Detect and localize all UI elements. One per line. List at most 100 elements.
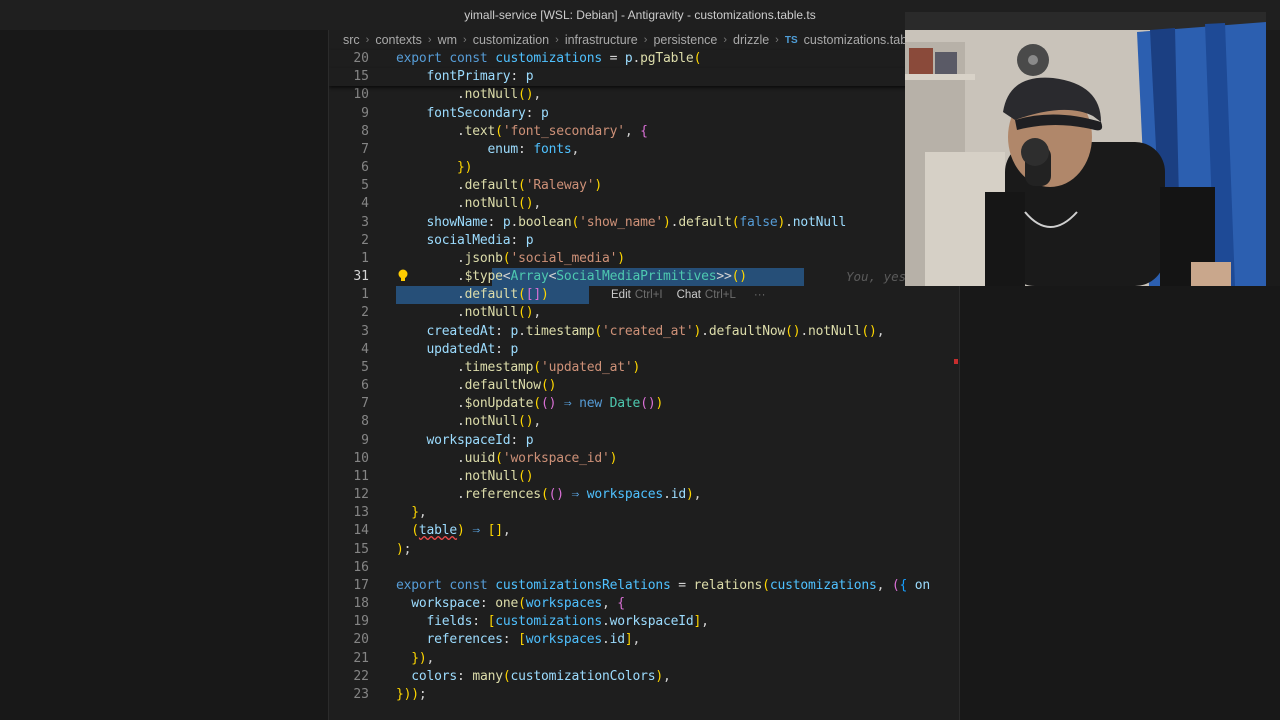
code-text[interactable]: .notNull(), (396, 413, 541, 431)
line-number: 6 (361, 160, 369, 176)
code-text[interactable]: .references(() ⇒ workspaces.id), (396, 486, 701, 504)
breadcrumb-item[interactable]: drizzle (733, 33, 769, 47)
code-text[interactable]: .timestamp('updated_at') (396, 359, 640, 377)
code-text[interactable]: ); (396, 541, 411, 559)
code-line[interactable]: 9 fontSecondary: p (329, 105, 959, 123)
code-text[interactable]: .default([]) (396, 286, 549, 304)
line-number: 13 (353, 505, 369, 521)
code-line[interactable]: 4 updatedAt: p (329, 341, 959, 359)
code-text[interactable]: fontSecondary: p (396, 105, 549, 123)
breadcrumb-item[interactable]: src (343, 33, 360, 47)
code-text[interactable]: .text('font_secondary', { (396, 123, 648, 141)
code-text[interactable]: .default('Raleway') (396, 177, 602, 195)
code-text[interactable]: .$onUpdate(() ⇒ new Date()) (396, 395, 663, 413)
line-number: 17 (353, 577, 369, 593)
code-line[interactable]: 7 .$onUpdate(() ⇒ new Date()) (329, 395, 959, 413)
chevron-right-icon: › (555, 34, 559, 46)
code-text[interactable]: fontPrimary: p (396, 68, 534, 86)
breadcrumb-item[interactable]: customization (473, 33, 549, 47)
code-line[interactable]: 7 enum: fonts, (329, 141, 959, 159)
code-text[interactable]: }, (396, 504, 426, 522)
code-line[interactable]: 3 createdAt: p.timestamp('created_at').d… (329, 323, 959, 341)
code-line[interactable]: 12 .references(() ⇒ workspaces.id), (329, 486, 959, 504)
breadcrumb-item[interactable]: wm (438, 33, 457, 47)
code-text[interactable]: .notNull(), (396, 86, 541, 104)
code-line[interactable]: 11 .notNull() (329, 468, 959, 486)
code-text[interactable]: .notNull(), (396, 304, 541, 322)
code-line[interactable]: 16 (329, 559, 959, 577)
code-line[interactable]: 1 .default([]) Edit Ctrl+I Chat Ctrl+L ··· (329, 286, 959, 305)
code-text[interactable]: workspace: one(workspaces, { (396, 595, 625, 613)
code-text[interactable]: export const customizationsRelations = r… (396, 577, 930, 595)
line-number: 6 (361, 378, 369, 394)
code-line[interactable]: 6 }) (329, 159, 959, 177)
more-actions-icon[interactable]: ··· (754, 289, 766, 301)
code-line[interactable]: 23})); (329, 686, 959, 704)
code-text[interactable]: fields: [customizations.workspaceId], (396, 613, 709, 631)
breadcrumb-item[interactable]: infrastructure (565, 33, 638, 47)
code-line[interactable]: 18 workspace: one(workspaces, { (329, 595, 959, 613)
code-line[interactable]: 5 .timestamp('updated_at') (329, 358, 959, 377)
code-line[interactable]: 10 .uuid('workspace_id') (329, 450, 959, 468)
code-text[interactable]: (table) ⇒ [], (396, 522, 510, 540)
edit-action[interactable]: Edit (611, 289, 631, 301)
code-line[interactable]: 2 socialMedia: p (329, 232, 959, 250)
chevron-right-icon: › (643, 34, 648, 46)
code-text[interactable]: .uuid('workspace_id') (396, 450, 617, 468)
code-line[interactable]: 9 workspaceId: p (329, 432, 959, 450)
code-line[interactable]: 19 fields: [customizations.workspaceId], (329, 613, 959, 631)
code-line[interactable]: 15); (329, 541, 959, 559)
breadcrumb: src › contexts › wm › customization › in… (329, 30, 959, 50)
code-line[interactable]: 21 }), (329, 650, 959, 668)
code-line[interactable]: 14 (table) ⇒ [], (329, 522, 959, 540)
code-line[interactable]: 17 export const customizationsRelations =… (329, 577, 959, 595)
code-text[interactable]: .notNull(), (396, 195, 541, 213)
lightbulb-icon[interactable] (397, 269, 409, 283)
line-number: 9 (361, 432, 369, 448)
code-text[interactable]: export const customizations = p.pgTable( (396, 50, 701, 68)
code-text[interactable]: })); (396, 686, 427, 704)
code-text[interactable]: .jsonb('social_media') (396, 250, 625, 268)
code-text[interactable]: .$type<Array<SocialMediaPrimitives>>() (396, 268, 747, 286)
code-line[interactable]: 20 references: [workspaces.id], (329, 631, 959, 649)
line-number: 5 (361, 178, 369, 194)
code-line[interactable]: 8 .notNull(), (329, 413, 959, 431)
line-number: 16 (353, 559, 369, 575)
code-line[interactable]: 31 .$type<Array<SocialMediaPrimitives>>(… (329, 268, 959, 287)
code-text[interactable]: workspaceId: p (396, 432, 534, 450)
chevron-right-icon: › (365, 34, 370, 46)
sticky-scroll-line[interactable]: 20 export const customizations = p.pgTabl… (329, 50, 959, 68)
breadcrumb-item[interactable]: persistence (653, 33, 717, 47)
code-line[interactable]: 13 }, (329, 504, 959, 522)
line-number: 21 (353, 650, 369, 666)
code-line[interactable]: 4 .notNull(), (329, 195, 959, 213)
code-text[interactable]: updatedAt: p (396, 341, 519, 359)
webcam-image (905, 12, 1266, 286)
code-line[interactable]: 2 .notNull(), (329, 304, 959, 322)
code-text[interactable]: createdAt: p.timestamp('created_at').def… (396, 323, 885, 341)
code-text[interactable]: socialMedia: p (396, 232, 534, 250)
line-number: 9 (361, 105, 369, 121)
code-text[interactable]: }), (396, 650, 434, 668)
code-line[interactable]: 5 .default('Raleway') (329, 177, 959, 195)
code-text[interactable]: .notNull() (396, 468, 534, 486)
code-text[interactable]: showName: p.boolean('show_name').default… (396, 214, 847, 232)
code-text[interactable]: enum: fonts, (396, 141, 580, 159)
chevron-right-icon: › (723, 34, 728, 46)
code-line[interactable]: 8 .text('font_secondary', { (329, 123, 959, 141)
code-text[interactable]: }) (396, 159, 472, 177)
sticky-scroll-line[interactable]: 15 fontPrimary: p (329, 68, 959, 87)
line-number: 3 (361, 214, 369, 230)
line-number: 12 (353, 487, 369, 503)
chat-action[interactable]: Chat (677, 289, 701, 301)
code-line[interactable]: 10 .notNull(), (329, 86, 959, 104)
code-editor[interactable]: src › contexts › wm › customization › in… (329, 30, 959, 720)
code-text[interactable]: colors: many(customizationColors), (396, 668, 671, 686)
breadcrumb-item[interactable]: contexts (375, 33, 422, 47)
code-line[interactable]: 22 colors: many(customizationColors), (329, 668, 959, 686)
code-text[interactable]: references: [workspaces.id], (396, 631, 641, 649)
code-line[interactable]: 6 .defaultNow() (329, 377, 959, 395)
code-line[interactable]: 3 showName: p.boolean('show_name').defau… (329, 214, 959, 232)
code-line[interactable]: 1 .jsonb('social_media') (329, 250, 959, 268)
code-text[interactable]: .defaultNow() (396, 377, 556, 395)
